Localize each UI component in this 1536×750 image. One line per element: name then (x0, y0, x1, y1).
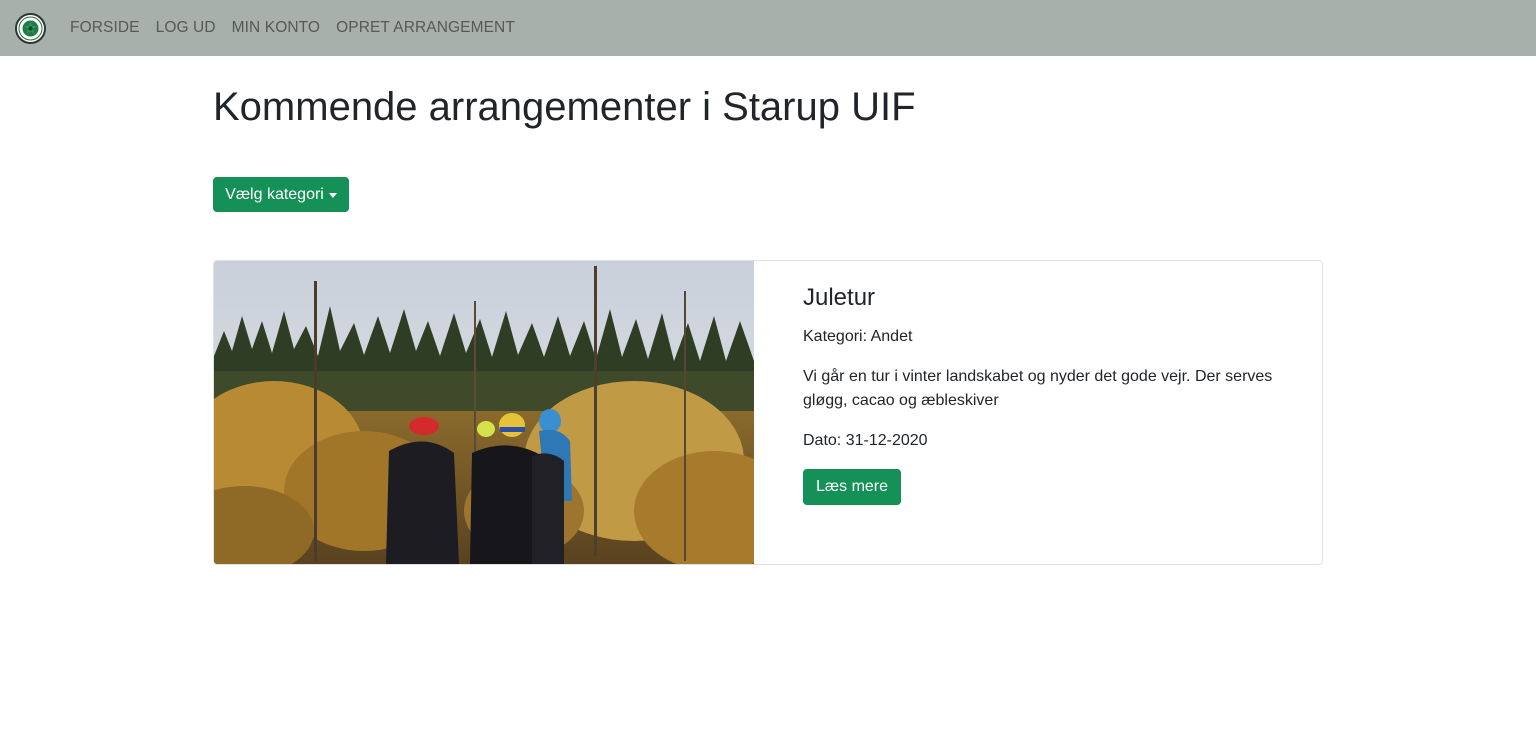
event-card-body: Juletur Kategori: Andet Vi går en tur i … (803, 283, 1293, 505)
nav-link-forside[interactable]: FORSIDE (62, 19, 148, 37)
event-date: Dato: 31-12-2020 (803, 432, 928, 449)
nav-links: FORSIDE LOG UD MIN KONTO OPRET ARRANGEME… (62, 0, 523, 56)
nav-link-log-ud[interactable]: LOG UD (148, 19, 224, 37)
event-category: Kategori: Andet (803, 328, 913, 345)
read-more-button[interactable]: Læs mere (803, 469, 902, 505)
nav-link-opret-arrangement[interactable]: OPRET ARRANGEMENT (328, 19, 523, 37)
event-image (214, 261, 754, 564)
nav-link-min-konto[interactable]: MIN KONTO (224, 19, 328, 37)
event-title: Juletur (803, 284, 876, 311)
navbar: FORSIDE LOG UD MIN KONTO OPRET ARRANGEME… (0, 0, 1536, 56)
caret-down-icon (328, 192, 337, 198)
club-logo-icon[interactable] (15, 13, 46, 44)
event-description: Vi går en tur i vinter landskabet og nyd… (803, 368, 1273, 409)
page-title: Kommende arrangementer i Starup UIF (213, 85, 916, 129)
category-dropdown-label: Vælg kategori (225, 185, 324, 203)
event-card: Juletur Kategori: Andet Vi går en tur i … (213, 260, 1323, 565)
category-dropdown-button[interactable]: Vælg kategori (213, 177, 349, 212)
